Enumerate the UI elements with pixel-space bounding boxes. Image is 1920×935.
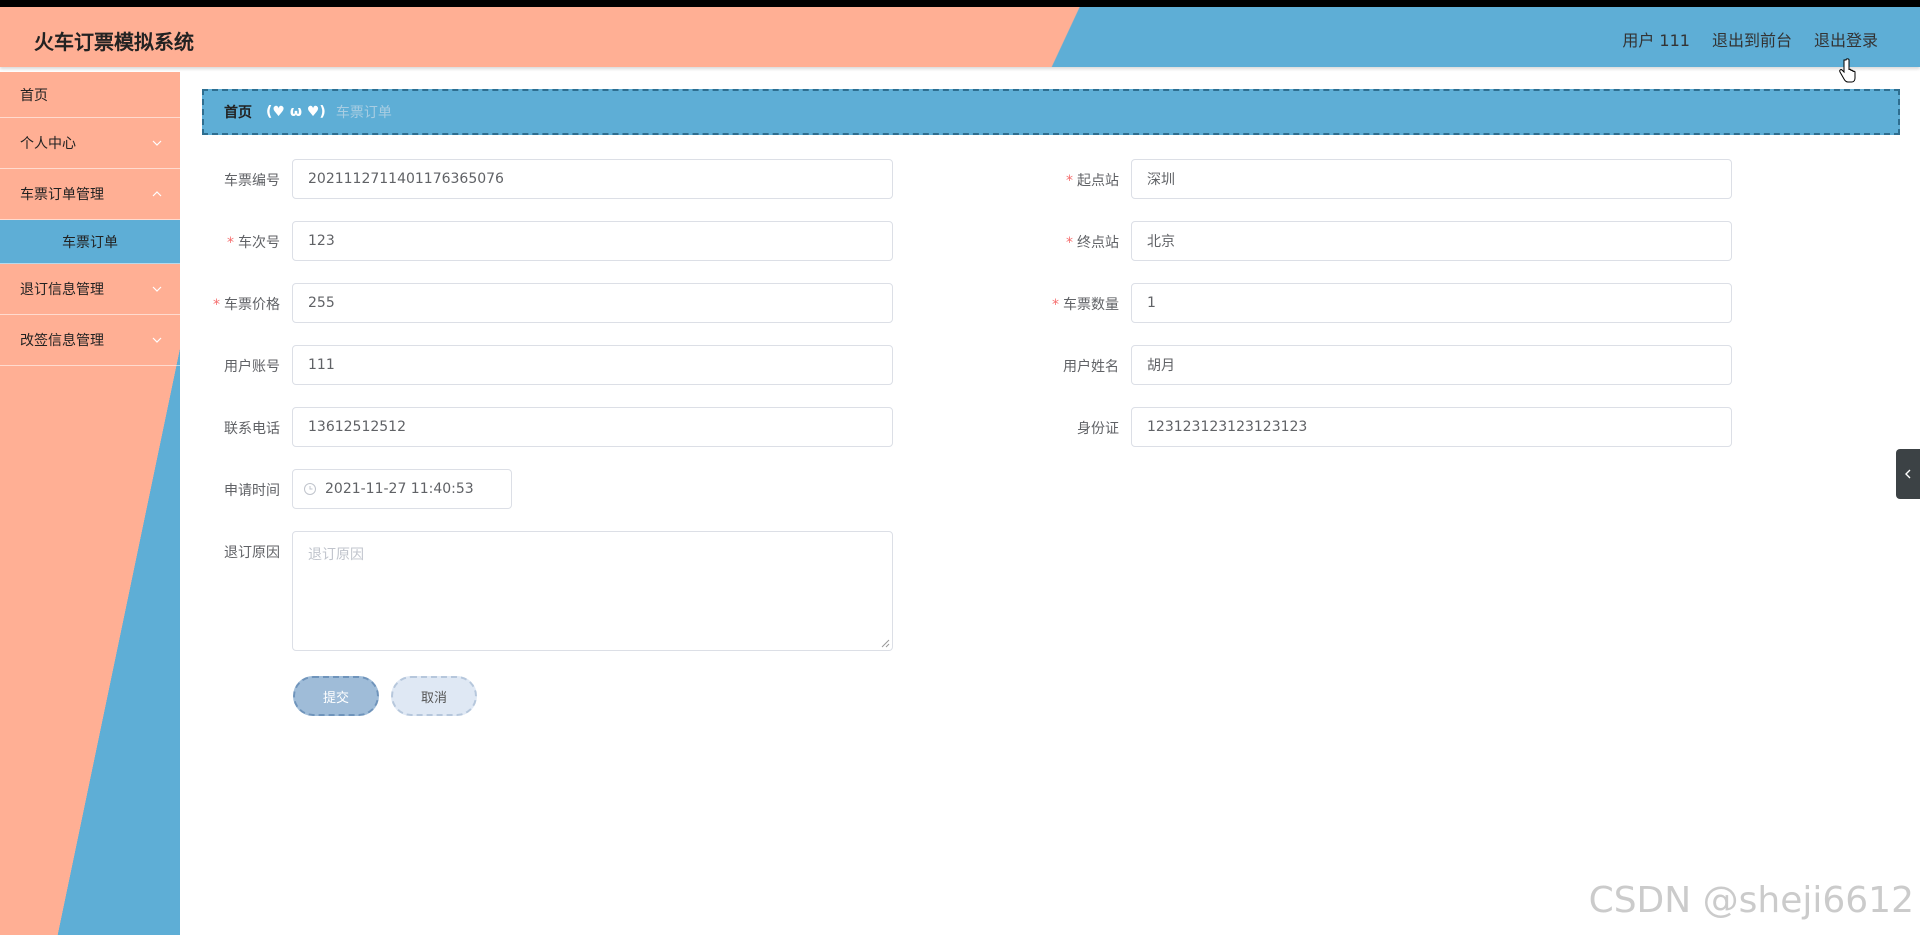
phone-label: 联系电话 xyxy=(224,421,280,437)
apply-time-label: 申请时间 xyxy=(224,483,280,499)
sidebar-item-refund-info[interactable]: 退订信息管理 xyxy=(0,264,180,315)
logout-link[interactable]: 退出登录 xyxy=(1814,27,1878,51)
hand-cursor-icon xyxy=(1839,58,1856,83)
train-no-label: * 车次号 xyxy=(227,235,280,251)
cancel-button[interactable]: 取消 xyxy=(391,676,477,716)
clock-icon xyxy=(304,483,316,495)
chevron-down-icon xyxy=(152,337,162,343)
watermark: CSDN @sheji6612 xyxy=(1588,880,1914,921)
sidebar-subitem-ticket-order[interactable]: 车票订单 xyxy=(0,220,180,264)
apply-time-picker[interactable]: 2021-11-27 11:40:53 xyxy=(292,469,512,509)
id-card-input[interactable]: 123123123123123123 xyxy=(1131,407,1732,447)
quantity-input[interactable]: 1 xyxy=(1131,283,1732,323)
chevron-down-icon xyxy=(152,286,162,292)
user-label: 用户 111 xyxy=(1622,31,1690,50)
breadcrumb-home[interactable]: 首页 xyxy=(224,102,252,122)
reason-textarea[interactable]: 退订原因 xyxy=(292,531,893,651)
price-label: * 车票价格 xyxy=(213,297,280,313)
top-strip xyxy=(0,0,1920,7)
header: 火车订票模拟系统 用户 111 退出到前台 退出登录 xyxy=(0,7,1920,67)
name-input[interactable]: 胡月 xyxy=(1131,345,1732,385)
sidebar-item-label: 车票订单 xyxy=(62,234,118,251)
sidebar-item-label: 车票订单管理 xyxy=(20,187,104,203)
id-card-label: 身份证 xyxy=(1077,421,1119,437)
account-label: 用户账号 xyxy=(224,359,280,375)
breadcrumb-separator: (♥ ω ♥) xyxy=(266,104,326,120)
origin-input[interactable]: 深圳 xyxy=(1131,159,1732,199)
sidebar-item-label: 改签信息管理 xyxy=(20,333,104,349)
sidebar-item-home[interactable]: 首页 xyxy=(0,72,180,118)
origin-label: * 起点站 xyxy=(1066,173,1119,189)
sidebar-item-ticket-orders[interactable]: 车票订单管理 xyxy=(0,169,180,220)
breadcrumb-current: 车票订单 xyxy=(335,105,392,121)
sidebar-item-personal-center[interactable]: 个人中心 xyxy=(0,118,180,169)
train-no-input[interactable]: 123 xyxy=(292,221,893,261)
phone-input[interactable]: 13612512512 xyxy=(292,407,893,447)
price-input[interactable]: 255 xyxy=(292,283,893,323)
ticket-no-input[interactable]: 20211127114011763650​76 xyxy=(292,159,893,199)
destination-input[interactable]: 北京 xyxy=(1131,221,1732,261)
back-to-front-link[interactable]: 退出到前台 xyxy=(1712,27,1792,51)
sidebar-item-label: 个人中心 xyxy=(20,136,76,152)
quantity-label: * 车票数量 xyxy=(1052,297,1119,313)
sidebar-item-change-info[interactable]: 改签信息管理 xyxy=(0,315,180,366)
submit-button[interactable]: 提交 xyxy=(293,676,379,716)
name-label: 用户姓名 xyxy=(1063,359,1119,375)
chevron-up-icon xyxy=(152,191,162,197)
sidebar-item-label: 退订信息管理 xyxy=(20,282,104,298)
side-drawer-toggle[interactable] xyxy=(1896,449,1920,499)
chevron-down-icon xyxy=(152,140,162,146)
breadcrumb: 首页 (♥ ω ♥) 车票订单 xyxy=(202,89,1900,135)
chevron-left-icon xyxy=(1905,469,1911,479)
reason-label: 退订原因 xyxy=(224,545,280,561)
destination-label: * 终点站 xyxy=(1066,235,1119,251)
app-title: 火车订票模拟系统 xyxy=(34,30,194,54)
resize-handle-icon[interactable] xyxy=(880,638,890,648)
account-input[interactable]: 111 xyxy=(292,345,893,385)
ticket-no-label: 车票编号 xyxy=(224,173,280,189)
sidebar: 首页 个人中心 车票订单管理 车票订单 退订信息管理 改签信息管理 xyxy=(0,72,180,935)
header-actions: 用户 111 退出到前台 退出登录 xyxy=(1622,27,1878,51)
sidebar-item-label: 首页 xyxy=(20,87,48,104)
